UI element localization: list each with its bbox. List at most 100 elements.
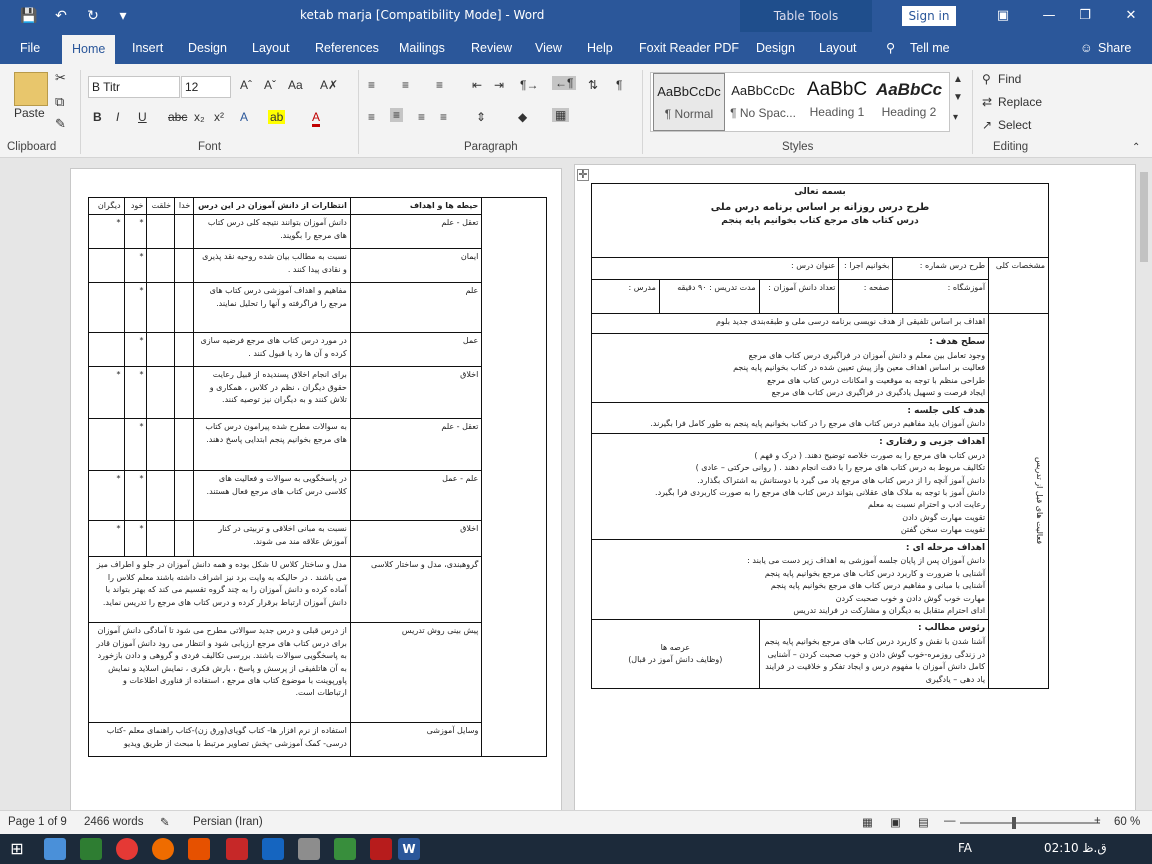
tab-references[interactable]: References [315, 32, 379, 64]
tab-mailings[interactable]: Mailings [399, 32, 445, 64]
app-icon[interactable] [226, 838, 248, 860]
language-indicator-taskbar[interactable]: FA [958, 841, 972, 855]
proofing-icon[interactable]: ✎ [160, 815, 170, 829]
sort-icon[interactable]: ⇅ [588, 78, 598, 92]
replace-button[interactable]: Replace [998, 95, 1042, 109]
maximize-icon[interactable]: ❐ [1072, 4, 1098, 28]
redo-icon[interactable]: ↻ [82, 6, 104, 26]
minimize-icon[interactable]: — [1036, 4, 1062, 28]
customize-toolbar-icon[interactable]: ▾ [112, 6, 134, 26]
start-icon[interactable]: ⊞ [6, 838, 28, 860]
shading-icon[interactable]: ◆ [518, 110, 527, 124]
app-icon[interactable] [262, 838, 284, 860]
zoom-in-icon[interactable]: + [1094, 815, 1101, 827]
zoom-slider-thumb[interactable] [1012, 817, 1016, 829]
style-heading-1[interactable]: AaBbC Heading 1 [801, 73, 873, 131]
multilevel-list-icon[interactable]: ≡ [436, 78, 443, 92]
tab-help[interactable]: Help [587, 32, 613, 64]
font-color-icon[interactable]: A [312, 110, 321, 127]
tab-view[interactable]: View [535, 32, 562, 64]
ltr-icon[interactable]: ¶→ [520, 78, 538, 92]
style-heading-2[interactable]: AaBbCc Heading 2 [873, 73, 945, 131]
line-spacing-icon[interactable]: ⇕ [476, 110, 486, 124]
read-mode-icon[interactable]: ▦ [862, 815, 873, 829]
borders-icon[interactable]: ▦ [552, 108, 570, 122]
shrink-font-icon[interactable]: Aˇ [264, 78, 276, 92]
format-painter-icon[interactable]: ✎ [55, 116, 66, 132]
select-button[interactable]: Select [998, 118, 1031, 132]
align-right-icon[interactable]: ≡ [418, 110, 425, 124]
italic-icon[interactable]: I [116, 110, 119, 124]
tab-review[interactable]: Review [471, 32, 512, 64]
rtl-icon[interactable]: ←¶ [552, 76, 577, 90]
tab-table-design[interactable]: Design [756, 32, 795, 64]
cut-icon[interactable]: ✂ [55, 70, 66, 86]
text-effects-icon[interactable]: A [240, 110, 248, 124]
styles-scroll-up-icon[interactable]: ▲ [953, 74, 963, 85]
subscript-icon[interactable]: x₂ [194, 110, 205, 124]
zoom-out-icon[interactable]: — [944, 815, 956, 827]
superscript-icon[interactable]: x² [214, 110, 224, 124]
tab-home[interactable]: Home [62, 35, 116, 64]
zoom-slider[interactable] [960, 822, 1100, 824]
close-icon[interactable]: ✕ [1118, 4, 1144, 28]
highlight-icon[interactable]: ab [268, 110, 286, 124]
word-icon[interactable]: W [398, 838, 420, 860]
media-icon[interactable] [80, 838, 102, 860]
style-normal[interactable]: AaBbCcDc ¶ Normal [653, 73, 725, 131]
table-move-handle-icon[interactable]: ✛ [577, 169, 589, 181]
language-indicator[interactable]: Persian (Iran) [193, 816, 263, 828]
web-layout-icon[interactable]: ▤ [918, 815, 929, 829]
change-case-icon[interactable]: Aa [288, 78, 303, 92]
grow-font-icon[interactable]: Aˆ [240, 78, 252, 92]
increase-indent-icon[interactable]: ⇥ [494, 78, 504, 92]
decrease-indent-icon[interactable]: ⇤ [472, 78, 482, 92]
clear-formatting-icon[interactable]: A✗ [320, 78, 338, 92]
vertical-scrollbar[interactable] [1136, 158, 1152, 810]
clock[interactable]: 02:10 ق.ظ [1044, 841, 1107, 855]
tab-table-layout[interactable]: Layout [819, 32, 857, 64]
style-no-spacing[interactable]: AaBbCcDc ¶ No Spac... [727, 73, 799, 131]
bold-icon[interactable]: B [93, 110, 102, 124]
font-name-combo[interactable]: B Titr [88, 76, 180, 98]
ie-icon[interactable] [44, 838, 66, 860]
numbering-icon[interactable]: ≡ [402, 78, 409, 92]
align-center-icon[interactable]: ≡ [390, 108, 404, 122]
sign-in-button[interactable]: Sign in [902, 6, 956, 26]
underline-icon[interactable]: U [138, 110, 147, 124]
collapse-ribbon-icon[interactable]: ⌃ [1132, 142, 1140, 153]
word-count[interactable]: 2466 words [84, 816, 143, 828]
scroll-thumb[interactable] [1140, 172, 1148, 262]
save-icon[interactable]: 💾 [18, 6, 40, 26]
app-icon[interactable] [298, 838, 320, 860]
tell-me-search[interactable]: Tell me [910, 32, 950, 64]
app-icon[interactable] [188, 838, 210, 860]
undo-icon[interactable]: ↶ [50, 6, 72, 26]
share-button[interactable]: Share [1098, 32, 1131, 64]
styles-scroll-down-icon[interactable]: ▼ [953, 92, 963, 103]
print-layout-icon[interactable]: ▣ [890, 815, 901, 829]
tab-insert[interactable]: Insert [132, 32, 163, 64]
firefox-icon[interactable] [152, 838, 174, 860]
tab-layout[interactable]: Layout [252, 32, 290, 64]
styles-more-icon[interactable]: ▾ [953, 112, 958, 123]
show-formatting-icon[interactable]: ¶ [616, 78, 622, 92]
font-size-combo[interactable]: 12 [181, 76, 231, 98]
paste-icon[interactable] [14, 72, 48, 106]
tab-foxit-reader-pdf[interactable]: Foxit Reader PDF [639, 32, 739, 64]
zoom-level[interactable]: 60 % [1114, 816, 1140, 828]
paste-button[interactable]: Paste [14, 106, 45, 120]
page-count[interactable]: Page 1 of 9 [8, 816, 67, 828]
copy-icon[interactable]: ⧉ [55, 94, 64, 110]
app-icon[interactable] [334, 838, 356, 860]
bullets-icon[interactable]: ≡ [368, 78, 375, 92]
justify-icon[interactable]: ≡ [440, 110, 447, 124]
tab-design[interactable]: Design [188, 32, 227, 64]
tab-file[interactable]: File [20, 32, 40, 64]
strikethrough-icon[interactable]: abc [168, 110, 187, 124]
chrome-icon[interactable] [116, 838, 138, 860]
find-button[interactable]: Find [998, 72, 1021, 86]
align-left-icon[interactable]: ≡ [368, 110, 375, 124]
ribbon-display-icon[interactable]: ▣ [990, 4, 1016, 28]
app-icon[interactable] [370, 838, 392, 860]
